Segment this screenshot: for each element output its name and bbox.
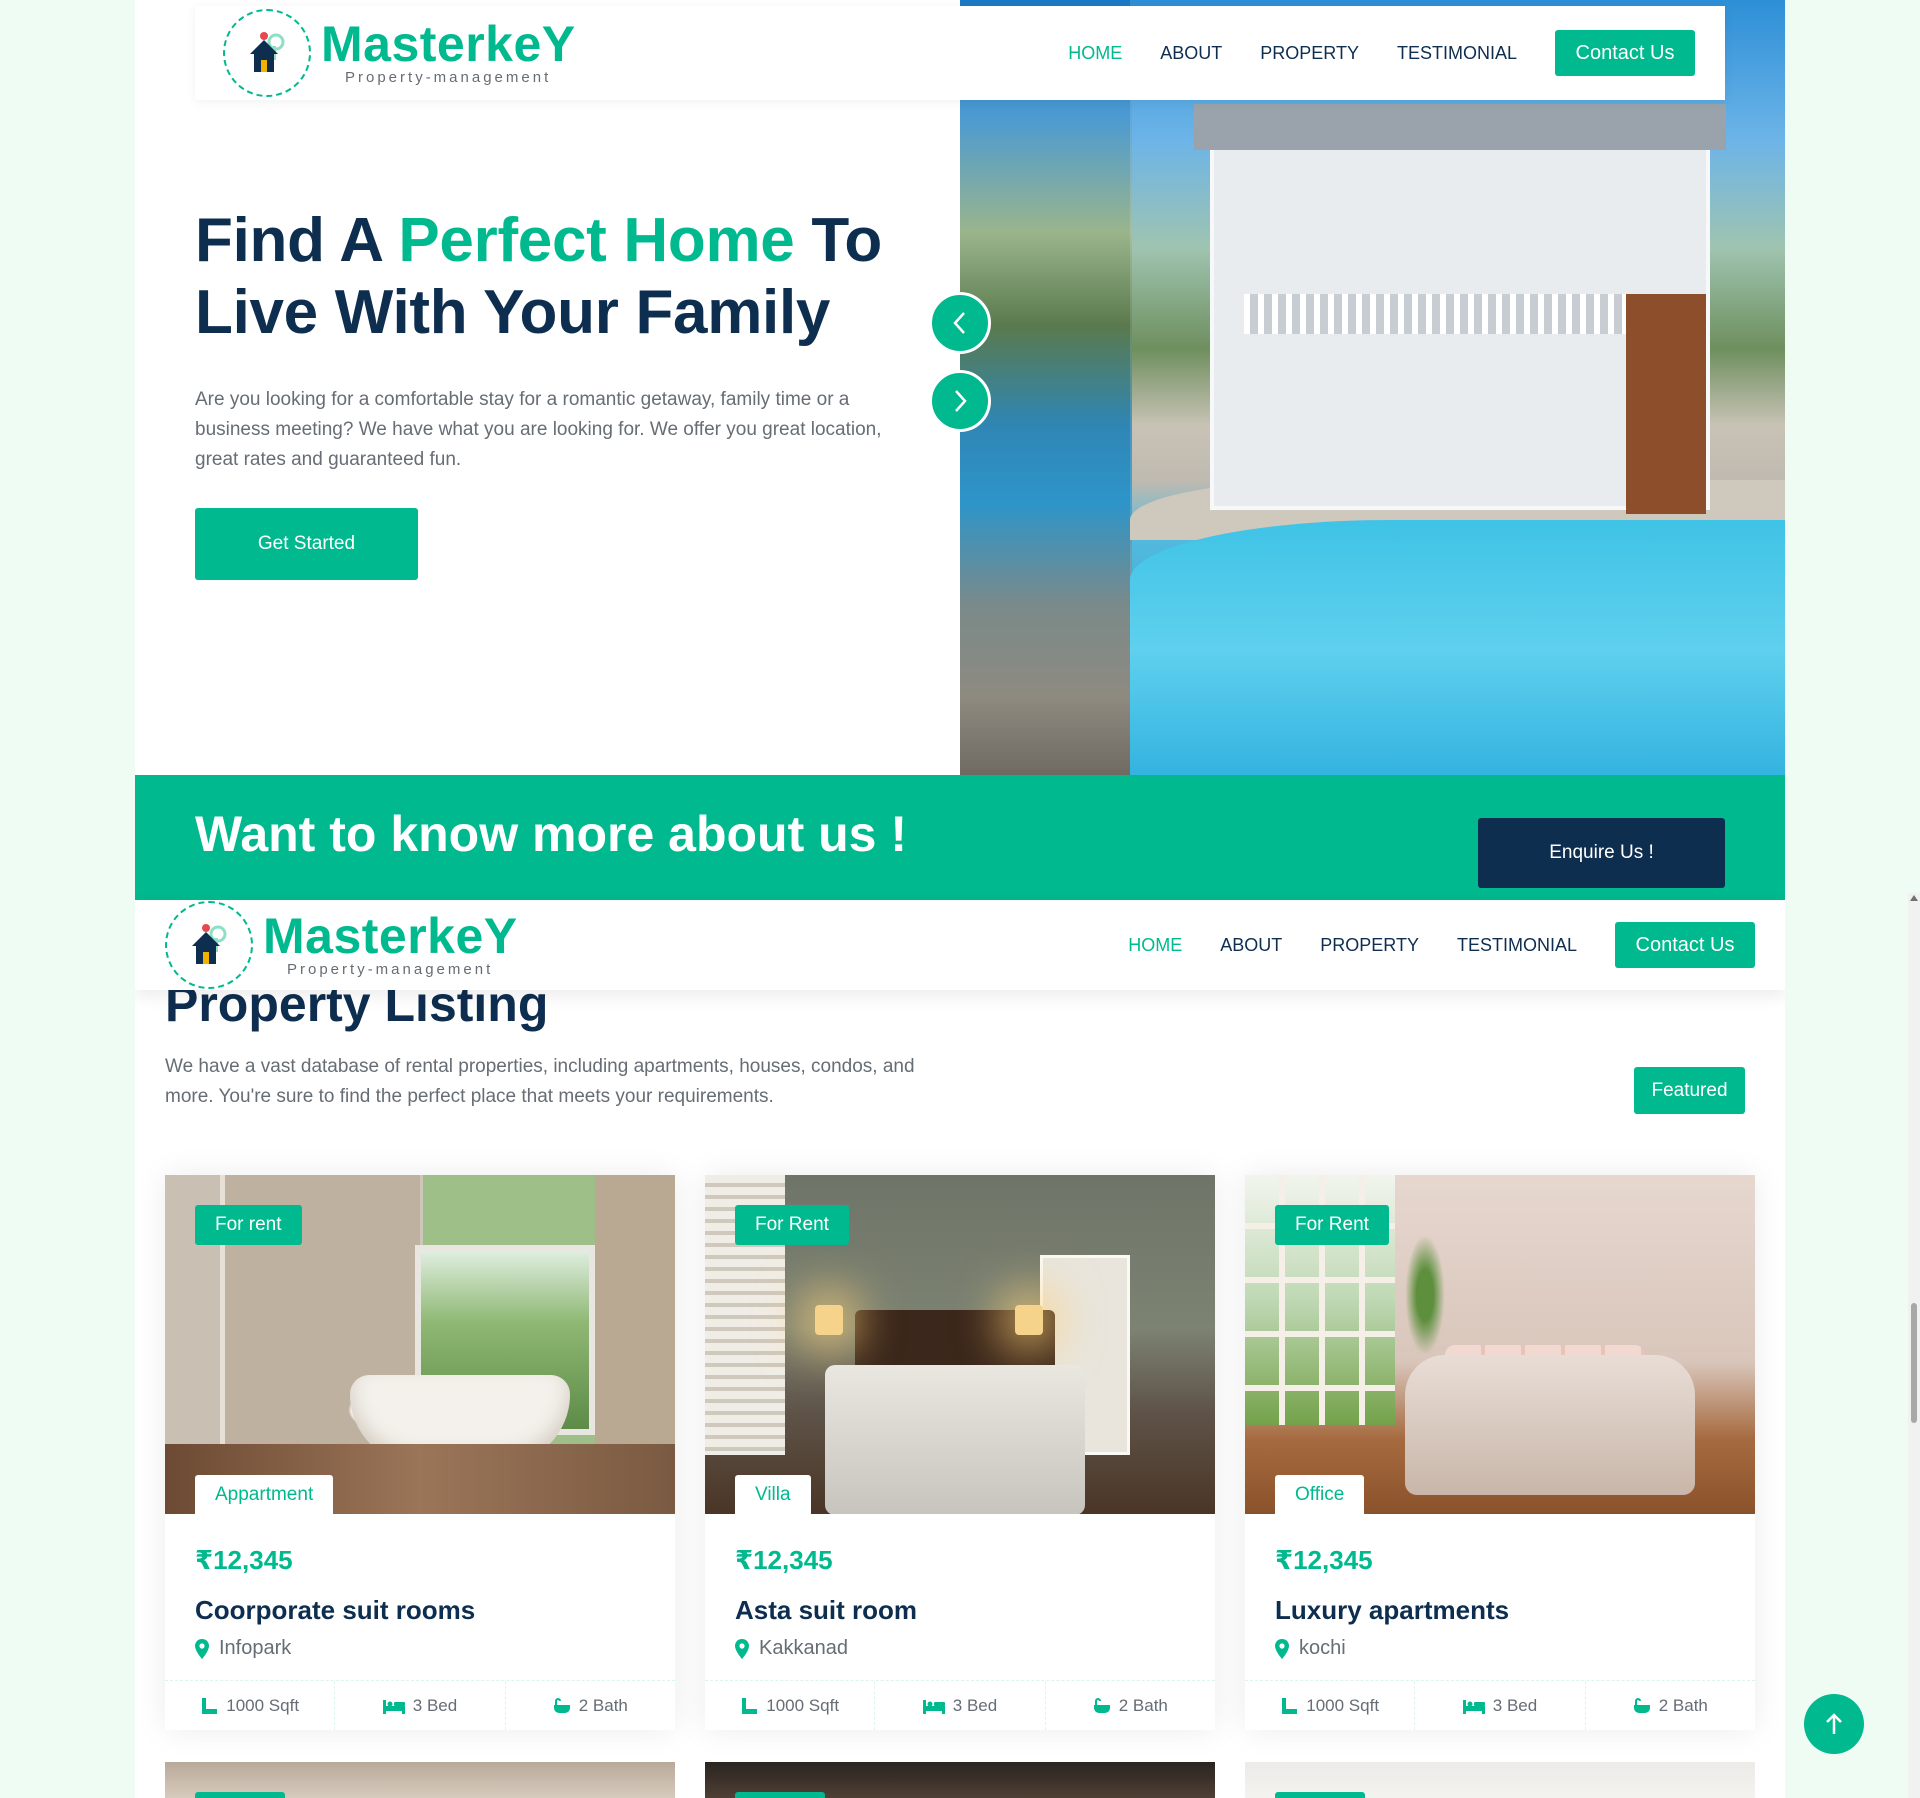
bed-icon — [382, 1699, 405, 1714]
brand-name: MasterkeY — [263, 908, 518, 964]
listing-description: We have a vast database of rental proper… — [165, 1056, 915, 1107]
nav-about[interactable]: ABOUT — [1160, 43, 1222, 64]
cta-band: Want to know more about us ! Enquire Us … — [135, 775, 1785, 900]
house-image — [1194, 104, 1726, 514]
bed-info: 3 Bed — [875, 1681, 1046, 1730]
nav-property[interactable]: PROPERTY — [1260, 43, 1359, 64]
bed-icon — [922, 1699, 945, 1714]
bath-icon — [1633, 1697, 1650, 1713]
bed-info: 3 Bed — [335, 1681, 506, 1730]
sticky-navbar: MasterkeY Property-management HOME ABOUT… — [135, 900, 1785, 990]
property-name[interactable]: Coorporate suit rooms — [195, 1595, 475, 1626]
logo-text: MasterkeY Property-management — [321, 19, 576, 87]
carousel-prev-button[interactable] — [929, 292, 991, 354]
enquire-button[interactable]: Enquire Us ! — [1478, 818, 1725, 888]
property-price: ₹12,345 — [735, 1545, 833, 1575]
logo-badge — [223, 9, 311, 97]
hero-title-accent: Perfect Home — [398, 206, 795, 275]
card-footer: 1000 Sqft 3 Bed 2 Bath — [705, 1680, 1215, 1730]
bed-icon — [1462, 1699, 1485, 1714]
card-footer: 1000 Sqft 3 Bed 2 Bath — [1245, 1680, 1755, 1730]
pool-image — [1130, 520, 1785, 775]
status-badge: For Rent — [735, 1205, 849, 1245]
area-info: 1000 Sqft — [165, 1681, 336, 1730]
type-badge: Appartment — [195, 1475, 334, 1514]
type-badge: Office — [1275, 1475, 1365, 1514]
bath-icon — [553, 1697, 570, 1713]
property-card[interactable]: For Rent Villa ₹12,345 Asta suit room Ka… — [705, 1175, 1215, 1730]
get-started-button[interactable]: Get Started — [195, 508, 418, 580]
featured-filter-button[interactable]: Featured — [1634, 1067, 1745, 1114]
ruler-icon — [1282, 1697, 1298, 1714]
ruler-icon — [742, 1697, 758, 1714]
property-name[interactable]: Asta suit room — [735, 1595, 917, 1626]
bed-info: 3 Bed — [1415, 1681, 1586, 1730]
location-label: Infopark — [219, 1637, 292, 1659]
hero-text: Find A Perfect Home To Live With Your Fa… — [195, 205, 915, 475]
nav-about[interactable]: ABOUT — [1220, 935, 1282, 956]
nav-testimonial[interactable]: TESTIMONIAL — [1397, 43, 1517, 64]
bath-info: 2 Bath — [1046, 1681, 1215, 1730]
brand-logo[interactable]: MasterkeY Property-management — [165, 901, 518, 989]
bath-info: 2 Bath — [506, 1681, 675, 1730]
area-info: 1000 Sqft — [705, 1681, 876, 1730]
property-card[interactable]: For rent Appartment ₹12,345 Coorporate s… — [165, 1175, 675, 1730]
property-card-peek[interactable] — [1245, 1762, 1755, 1798]
status-badge: For rent — [195, 1205, 302, 1245]
location-label: Kakkanad — [759, 1637, 848, 1659]
house-key-icon — [192, 924, 227, 964]
ruler-icon — [202, 1697, 218, 1714]
nav-home[interactable]: HOME — [1068, 43, 1122, 64]
area-info: 1000 Sqft — [1245, 1681, 1416, 1730]
logo-badge — [165, 901, 253, 989]
nav-links: HOME ABOUT PROPERTY TESTIMONIAL Contact … — [1030, 30, 1725, 76]
property-location: kochi — [1275, 1637, 1346, 1660]
brand-tagline: Property-management — [287, 961, 494, 978]
property-card[interactable]: For Rent Office ₹12,345 Luxury apartment… — [1245, 1175, 1755, 1730]
brand-name: MasterkeY — [321, 16, 576, 72]
contact-us-button[interactable]: Contact Us — [1555, 30, 1695, 76]
card-footer: 1000 Sqft 3 Bed 2 Bath — [165, 1680, 675, 1730]
bath-info: 2 Bath — [1586, 1681, 1755, 1730]
nav-links: HOME ABOUT PROPERTY TESTIMONIAL Contact … — [1090, 922, 1785, 968]
top-navbar: MasterkeY Property-management HOME ABOUT… — [195, 6, 1725, 100]
map-marker-icon — [195, 1638, 209, 1659]
property-location: Kakkanad — [735, 1637, 848, 1660]
hero-title: Find A Perfect Home To Live With Your Fa… — [195, 206, 882, 347]
nav-property[interactable]: PROPERTY — [1320, 935, 1419, 956]
scroll-up-arrow-icon[interactable] — [1910, 895, 1918, 901]
page: Find A Perfect Home To Live With Your Fa… — [135, 0, 1785, 1798]
property-card-peek[interactable] — [705, 1762, 1215, 1798]
map-marker-icon — [1275, 1638, 1289, 1659]
carousel-next-button[interactable] — [929, 370, 991, 432]
hero-image-carousel — [960, 0, 1785, 775]
nav-testimonial[interactable]: TESTIMONIAL — [1457, 935, 1577, 956]
arrow-up-icon — [1826, 1713, 1842, 1734]
page-scrollbar[interactable] — [1908, 893, 1920, 1798]
property-name[interactable]: Luxury apartments — [1275, 1595, 1509, 1626]
property-price: ₹12,345 — [195, 1545, 293, 1575]
property-card-peek[interactable] — [165, 1762, 675, 1798]
property-location: Infopark — [195, 1637, 291, 1660]
back-to-top-button[interactable] — [1804, 1694, 1864, 1754]
status-badge: For Rent — [1275, 1205, 1389, 1245]
chevron-right-icon — [955, 390, 967, 412]
bath-icon — [1093, 1697, 1110, 1713]
brand-logo[interactable]: MasterkeY Property-management — [223, 9, 576, 97]
property-price: ₹12,345 — [1275, 1545, 1373, 1575]
hero-description: Are you looking for a comfortable stay f… — [195, 389, 882, 470]
nav-home[interactable]: HOME — [1128, 935, 1182, 956]
location-label: kochi — [1299, 1637, 1346, 1659]
cta-title: Want to know more about us ! — [195, 806, 908, 862]
logo-text: MasterkeY Property-management — [263, 911, 518, 979]
scrollbar-thumb[interactable] — [1911, 1303, 1917, 1423]
map-marker-icon — [735, 1638, 749, 1659]
type-badge: Villa — [735, 1475, 811, 1514]
house-key-icon — [250, 32, 285, 72]
contact-us-button[interactable]: Contact Us — [1615, 922, 1755, 968]
chevron-left-icon — [953, 312, 965, 334]
hero-section: Find A Perfect Home To Live With Your Fa… — [135, 0, 1785, 775]
brand-tagline: Property-management — [345, 69, 552, 86]
